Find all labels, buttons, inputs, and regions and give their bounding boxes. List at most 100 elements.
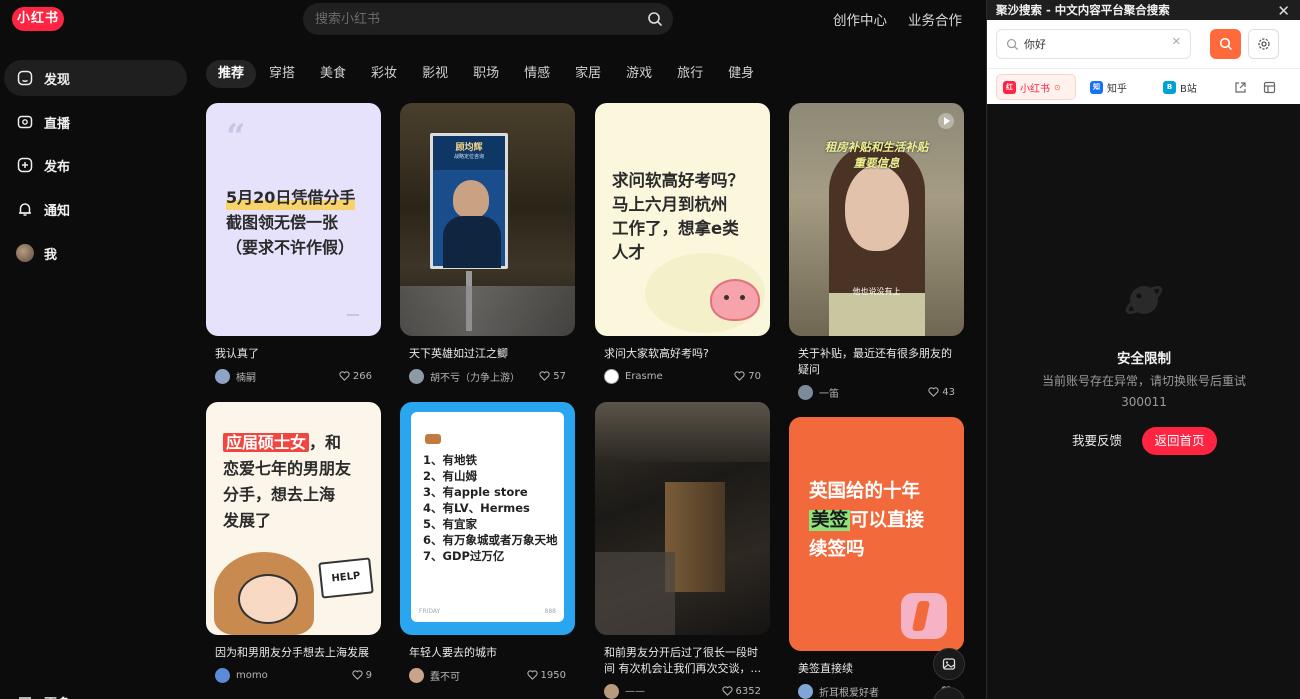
creator-center-link[interactable]: 创作中心 xyxy=(833,9,887,29)
author-avatar[interactable] xyxy=(215,667,230,683)
note-title[interactable]: 和前男友分开后过了很长一段时间 有次机会让我们再次交谈，... xyxy=(595,645,770,677)
author-name[interactable]: 蠢不可 xyxy=(430,668,527,683)
panel-search-input[interactable] xyxy=(1024,30,1164,58)
aggregate-search-panel: 聚沙搜索 - 中文内容平台聚合搜索 ✕ ✕ 红 小红书 ⊙ 知 知乎 B xyxy=(986,0,1300,699)
like-count: 9 xyxy=(365,669,372,681)
source-tab-bilibili[interactable]: B B站 xyxy=(1157,74,1217,100)
tab-career[interactable]: 职场 xyxy=(461,60,511,88)
search-icon[interactable] xyxy=(647,11,663,27)
billboard-brand: 顾均辉 xyxy=(455,143,483,153)
note-card[interactable]: 求问软高好考吗？ 马上六月到杭州 工作了，想拿e类 人才 求问大家软高好考吗? … xyxy=(595,103,770,384)
tab-games[interactable]: 游戏 xyxy=(614,60,664,88)
source-tab-zhihu[interactable]: 知 知乎 xyxy=(1084,74,1144,100)
author-avatar[interactable] xyxy=(215,368,230,384)
panel-search-field[interactable]: ✕ xyxy=(996,29,1191,59)
sidebar-item-me[interactable]: 我 xyxy=(4,235,187,271)
like-button[interactable]: 43 xyxy=(928,387,955,398)
author-name[interactable]: Erasme xyxy=(625,371,734,382)
tab-home[interactable]: 家居 xyxy=(563,60,613,88)
external-link-icon[interactable] xyxy=(1234,79,1248,93)
image-floating-button[interactable] xyxy=(933,648,965,680)
note-title[interactable]: 关于补贴，最近还有很多朋友的疑问 xyxy=(789,346,964,378)
note-title[interactable]: 天下英雄如过江之鲫 xyxy=(400,346,575,362)
close-icon[interactable]: ✕ xyxy=(1277,2,1290,20)
search-bar[interactable] xyxy=(303,3,673,35)
sidebar-item-more[interactable]: 更多 xyxy=(4,684,187,699)
settings-button[interactable] xyxy=(1248,29,1279,59)
author-name[interactable]: —— xyxy=(625,686,722,697)
note-card[interactable]: 1、有地铁 2、有山姆 3、有apple store 4、有LV、Hermes … xyxy=(400,402,575,683)
restriction-illustration xyxy=(987,278,1300,326)
note-cover[interactable]: “ 5月20日凭借分手 截图领无偿一张 （要求不许作假） xyxy=(206,103,381,336)
panel-search-button[interactable] xyxy=(1210,29,1241,59)
like-count: 70 xyxy=(748,370,761,382)
author-avatar[interactable] xyxy=(604,683,619,699)
source-tab-xiaohongshu[interactable]: 红 小红书 ⊙ xyxy=(996,74,1076,100)
back-home-button[interactable]: 返回首页 xyxy=(1142,427,1217,455)
note-card[interactable]: 和前男友分开后过了很长一段时间 有次机会让我们再次交谈，... —— 6352 xyxy=(595,402,770,699)
like-button[interactable]: 57 xyxy=(539,371,566,382)
sidebar-item-discover[interactable]: 发现 xyxy=(4,60,187,96)
author-avatar[interactable] xyxy=(798,384,813,400)
quote-icon: “ xyxy=(226,117,246,157)
layout-icon[interactable] xyxy=(1263,79,1277,94)
sidebar-item-notifications[interactable]: 通知 xyxy=(4,191,187,227)
billboard: 顾均辉 战略定位咨询 xyxy=(430,133,508,269)
note-title[interactable]: 我认真了 xyxy=(206,346,381,362)
tab-travel[interactable]: 旅行 xyxy=(665,60,715,88)
sidebar-item-publish[interactable]: 发布 xyxy=(4,147,187,183)
tab-food[interactable]: 美食 xyxy=(308,60,358,88)
note-card[interactable]: “ 5月20日凭借分手 截图领无偿一张 （要求不许作假） 我认真了 楠嗣 266 xyxy=(206,103,381,384)
note-cover[interactable]: 租房补贴和生活补贴 重要信息 他也说没有上 xyxy=(789,103,964,336)
tab-fashion[interactable]: 穿搭 xyxy=(257,60,307,88)
note-title[interactable]: 求问大家软高好考吗? xyxy=(595,346,770,362)
tab-makeup[interactable]: 彩妆 xyxy=(359,60,409,88)
plus-icon xyxy=(16,156,34,174)
live-icon xyxy=(16,113,34,131)
like-button[interactable]: 266 xyxy=(339,371,372,382)
clear-icon[interactable]: ✕ xyxy=(1172,35,1181,48)
cover-text-line: 求问软高好考吗？ xyxy=(612,171,744,190)
author-name[interactable]: 胡不亏（力争上游） xyxy=(430,369,539,384)
note-cover[interactable]: 顾均辉 战略定位咨询 xyxy=(400,103,575,336)
like-button[interactable]: 1950 xyxy=(526,670,566,681)
sidebar-item-live[interactable]: 直播 xyxy=(4,104,187,140)
tab-movies[interactable]: 影视 xyxy=(410,60,460,88)
author-name[interactable]: 折耳根爱好者 xyxy=(819,684,941,699)
author-avatar[interactable] xyxy=(409,667,424,683)
tab-emotion[interactable]: 情感 xyxy=(512,60,562,88)
note-cover[interactable] xyxy=(595,402,770,635)
person-figure xyxy=(453,180,489,218)
cover-text-line: 5月20日凭借分手 xyxy=(226,185,356,210)
author-name[interactable]: 楠嗣 xyxy=(236,369,339,384)
like-button[interactable]: 6352 xyxy=(721,685,761,697)
planet-icon xyxy=(1125,286,1163,314)
business-link[interactable]: 业务合作 xyxy=(908,9,962,29)
like-count: 6352 xyxy=(735,685,761,697)
like-button[interactable]: 70 xyxy=(734,371,761,382)
note-card[interactable]: 应届硕士女 ，和 恋爱七年的男朋友 分手，想去上海 发展了 HELP 因为和男朋友… xyxy=(206,402,381,683)
author-name[interactable]: momo xyxy=(236,670,352,681)
search-input[interactable] xyxy=(315,3,635,35)
feedback-button[interactable]: 我要反馈 xyxy=(1063,427,1131,455)
tab-recommend[interactable]: 推荐 xyxy=(206,60,257,88)
cover-text-line: 1、有地铁 xyxy=(423,453,478,467)
avatar xyxy=(16,244,34,262)
note-cover[interactable]: 求问软高好考吗？ 马上六月到杭州 工作了，想拿e类 人才 xyxy=(595,103,770,336)
note-card[interactable]: 顾均辉 战略定位咨询 天下英雄如过江之鲫 胡不亏（力争上游） 57 xyxy=(400,103,575,384)
note-title[interactable]: 年轻人要去的城市 xyxy=(400,645,575,661)
note-cover[interactable]: 应届硕士女 ，和 恋爱七年的男朋友 分手，想去上海 发展了 HELP xyxy=(206,402,381,635)
note-card[interactable]: 租房补贴和生活补贴 重要信息 他也说没有上 关于补贴，最近还有很多朋友的疑问 一… xyxy=(789,103,964,400)
note-cover[interactable]: 1、有地铁 2、有山姆 3、有apple store 4、有LV、Hermes … xyxy=(400,402,575,635)
author-avatar[interactable] xyxy=(798,683,813,699)
author-name[interactable]: 一笛 xyxy=(819,385,928,400)
like-button[interactable]: 9 xyxy=(352,670,372,681)
tab-fitness[interactable]: 健身 xyxy=(716,60,766,88)
note-title[interactable]: 因为和男朋友分手想去上海发展 xyxy=(206,645,381,661)
author-avatar[interactable] xyxy=(409,368,424,384)
sidebar-item-label: 发现 xyxy=(44,72,71,88)
cover-text-line: 截图领无偿一张 xyxy=(226,213,339,232)
app-logo[interactable]: 小红书 xyxy=(12,7,64,31)
note-cover[interactable]: 英国给的十年 美签 可以直接 续签吗 xyxy=(789,417,964,651)
author-avatar[interactable] xyxy=(604,368,619,384)
